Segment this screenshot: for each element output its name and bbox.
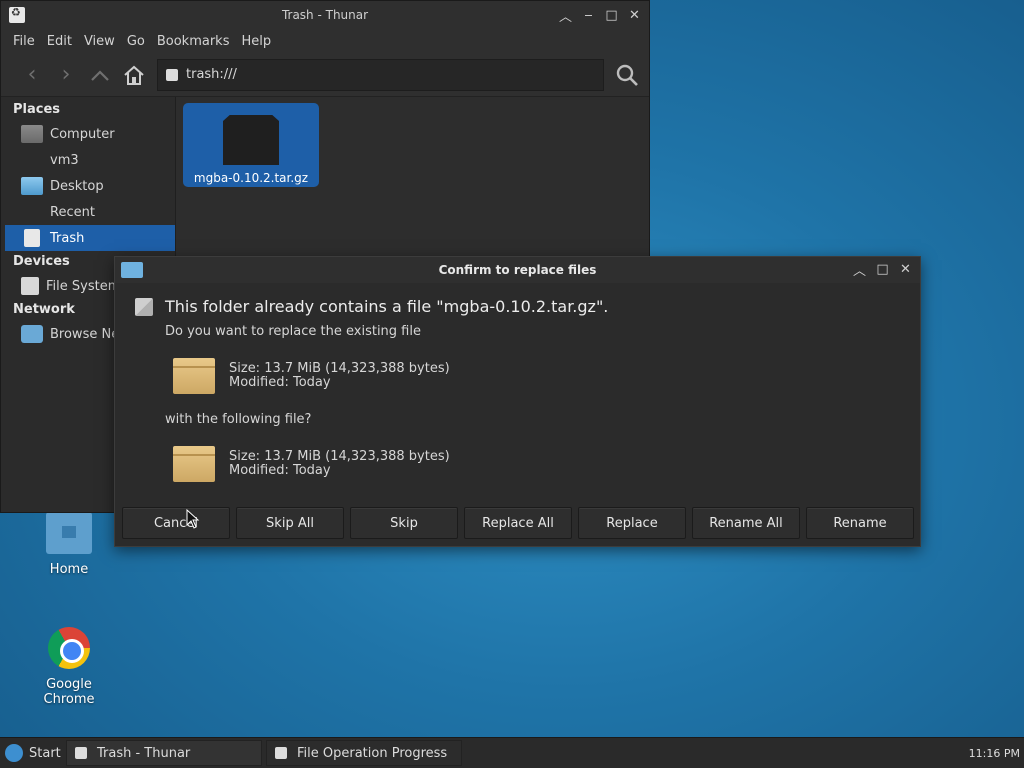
sidebar-item-label: Trash	[50, 230, 85, 246]
computer-icon	[21, 125, 43, 143]
toolbar: ‹ › trash:///	[1, 53, 649, 97]
minimize-button[interactable]: ‒	[580, 7, 597, 24]
sidebar-header-places: Places	[13, 102, 61, 117]
sidebar-item-label: Desktop	[50, 178, 104, 194]
back-icon[interactable]: ‹	[15, 59, 49, 91]
close-button[interactable]: ✕	[626, 7, 643, 24]
chrome-icon	[48, 627, 90, 669]
folder-icon	[121, 262, 143, 278]
existing-file-row: Size: 13.7 MiB (14,323,388 bytes) Modifi…	[173, 358, 900, 394]
maximize-button[interactable]: □	[874, 261, 891, 278]
sidebar-item-vm3[interactable]: vm3	[1, 147, 175, 173]
menu-bookmarks[interactable]: Bookmarks	[151, 34, 236, 49]
clock[interactable]: 11:16 PM	[969, 747, 1024, 760]
dialog-heading: This folder already contains a file "mgb…	[165, 297, 609, 316]
existing-file-size: Size: 13.7 MiB (14,323,388 bytes)	[229, 361, 450, 376]
archive-icon	[223, 115, 279, 165]
package-icon	[173, 446, 215, 482]
forward-icon[interactable]: ›	[49, 59, 83, 91]
file-copy-icon	[135, 297, 153, 316]
trash-icon	[9, 6, 25, 23]
location-bar[interactable]: trash:///	[157, 58, 604, 91]
trash-icon	[166, 68, 178, 81]
shade-button[interactable]: ︿	[851, 261, 868, 279]
menubar: File Edit View Go Bookmarks Help	[1, 29, 649, 53]
desktop-home-icon[interactable]: Home	[19, 512, 119, 577]
replace-dialog: Confirm to replace files ︿ □ ✕ This fold…	[114, 256, 921, 547]
question-existing: Do you want to replace the existing file	[165, 324, 421, 339]
sidebar-item-label: Computer	[50, 126, 115, 142]
dialog-title: Confirm to replace files	[438, 263, 597, 277]
desktop-folder-icon	[21, 177, 43, 195]
file-copy-icon	[275, 747, 287, 759]
task-thunar[interactable]: Trash - Thunar	[66, 740, 262, 766]
new-file-size: Size: 13.7 MiB (14,323,388 bytes)	[229, 449, 450, 464]
rename-all-button[interactable]: Rename All	[692, 507, 800, 539]
search-icon[interactable]	[612, 60, 642, 90]
window-titlebar[interactable]: Trash - Thunar ︿ ‒ □ ✕	[1, 1, 649, 29]
home-folder-icon	[46, 512, 92, 554]
task-file-operation-progress[interactable]: File Operation Progress	[266, 740, 462, 766]
home-icon[interactable]	[117, 59, 151, 91]
home-folder-icon	[21, 151, 43, 169]
menu-go[interactable]: Go	[121, 34, 151, 49]
sidebar-item-label: vm3	[50, 152, 79, 168]
mouse-cursor-icon	[186, 509, 200, 529]
menu-edit[interactable]: Edit	[41, 34, 78, 49]
network-icon	[21, 325, 43, 343]
sidebar-item-desktop[interactable]: Desktop	[1, 173, 175, 199]
sidebar-item-computer[interactable]: Computer	[1, 121, 175, 147]
up-icon[interactable]	[83, 59, 117, 91]
question-new: with the following file?	[165, 412, 312, 427]
shade-button[interactable]: ︿	[557, 7, 574, 25]
desktop-icon-label: Home	[49, 562, 89, 577]
rename-button[interactable]: Rename	[806, 507, 914, 539]
menu-file[interactable]: File	[7, 34, 41, 49]
skip-all-button[interactable]: Skip All	[236, 507, 344, 539]
file-name: mgba-0.10.2.tar.gz	[193, 171, 309, 185]
replace-button[interactable]: Replace	[578, 507, 686, 539]
sidebar-item-recent[interactable]: Recent	[1, 199, 175, 225]
trash-icon	[24, 229, 40, 247]
new-file-modified: Modified: Today	[229, 463, 331, 478]
file-item[interactable]: mgba-0.10.2.tar.gz	[183, 103, 319, 187]
desktop-chrome-icon[interactable]: Google Chrome	[19, 627, 119, 707]
start-menu-icon	[5, 744, 23, 762]
maximize-button[interactable]: □	[603, 7, 620, 24]
existing-file-modified: Modified: Today	[229, 375, 331, 390]
new-file-row: Size: 13.7 MiB (14,323,388 bytes) Modifi…	[173, 446, 900, 482]
recent-icon	[21, 203, 43, 221]
menu-help[interactable]: Help	[235, 34, 277, 49]
start-label: Start	[29, 745, 61, 761]
taskbar: Start Trash - Thunar File Operation Prog…	[0, 737, 1024, 768]
replace-all-button[interactable]: Replace All	[464, 507, 572, 539]
sidebar-item-trash[interactable]: Trash	[5, 225, 175, 251]
location-text: trash:///	[186, 67, 237, 82]
cancel-button[interactable]: Cancel	[122, 507, 230, 539]
close-button[interactable]: ✕	[897, 261, 914, 278]
sidebar-item-label: Recent	[50, 204, 95, 220]
dialog-buttons: Cancel Skip All Skip Replace All Replace…	[122, 507, 914, 539]
package-icon	[173, 358, 215, 394]
sidebar-item-label: File System	[46, 278, 121, 294]
trash-icon	[75, 747, 87, 759]
task-label: Trash - Thunar	[97, 745, 191, 761]
task-label: File Operation Progress	[297, 745, 448, 761]
desktop-icon-label: Google Chrome	[43, 677, 95, 707]
start-button[interactable]: Start	[0, 738, 66, 768]
dialog-titlebar[interactable]: Confirm to replace files ︿ □ ✕	[115, 257, 920, 283]
menu-view[interactable]: View	[78, 34, 121, 49]
skip-button[interactable]: Skip	[350, 507, 458, 539]
window-title: Trash - Thunar	[281, 8, 369, 22]
drive-icon	[21, 277, 39, 295]
